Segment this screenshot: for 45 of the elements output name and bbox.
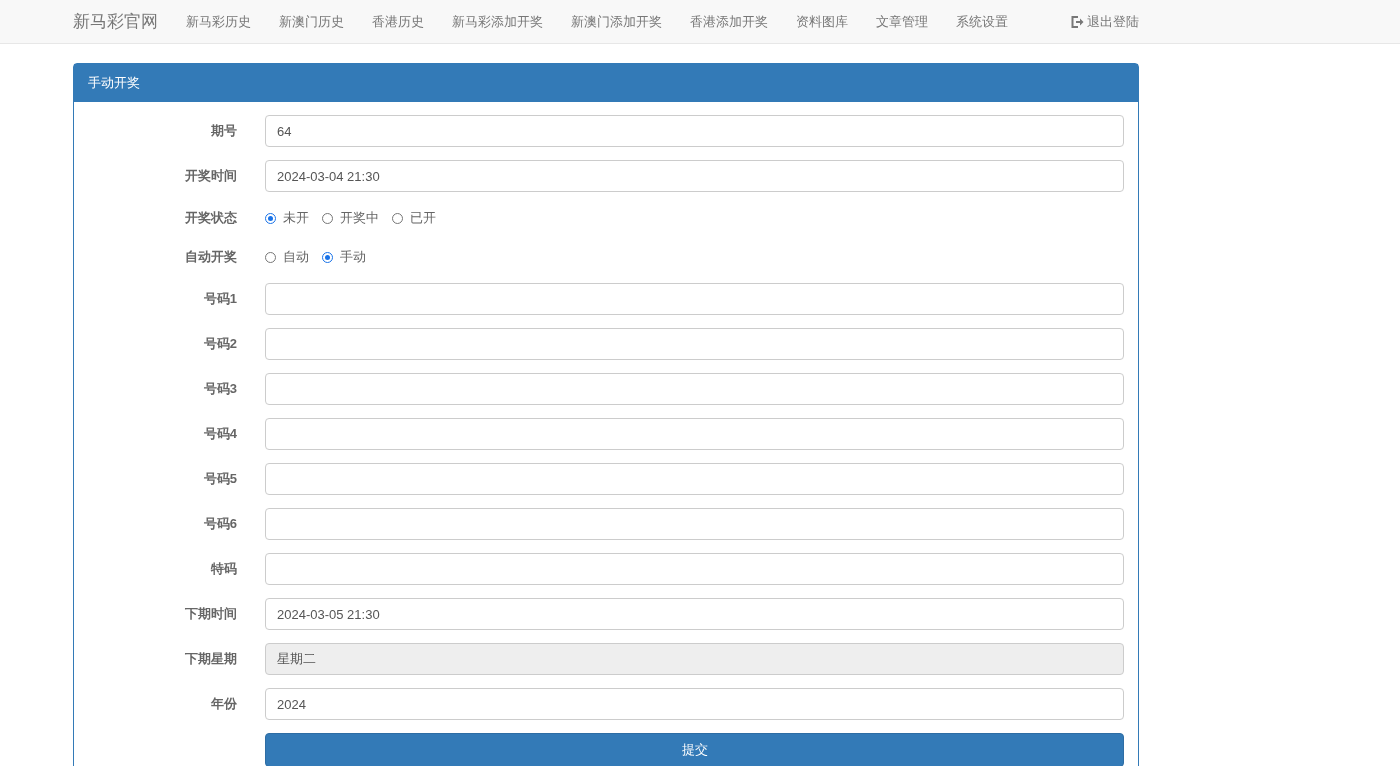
logout-icon bbox=[1071, 15, 1084, 28]
input-field[interactable] bbox=[265, 373, 1124, 405]
brand-link[interactable]: 新马彩官网 bbox=[73, 10, 158, 33]
radio-label[interactable]: 开奖中 bbox=[340, 209, 379, 227]
input-field[interactable]: 64 bbox=[265, 115, 1124, 147]
logout-link[interactable]: 退出登陆 bbox=[1071, 12, 1139, 31]
field-label: 期号 bbox=[210, 122, 237, 140]
radio-label[interactable]: 已开 bbox=[410, 209, 436, 227]
nav-link[interactable]: 系统设置 bbox=[956, 12, 1008, 31]
field-label: 号码4 bbox=[202, 425, 237, 443]
input-field[interactable] bbox=[265, 283, 1124, 315]
radio-label[interactable]: 手动 bbox=[340, 248, 366, 266]
submit-button[interactable]: 提交 bbox=[265, 733, 1124, 766]
field-label: 年份 bbox=[210, 695, 237, 713]
input-field[interactable] bbox=[265, 553, 1124, 585]
field-label: 下期星期 bbox=[184, 650, 237, 668]
field-label: 开奖状态 bbox=[184, 209, 237, 227]
field-label: 号码1 bbox=[202, 290, 237, 308]
nav-link[interactable]: 文章管理 bbox=[876, 12, 928, 31]
field-label: 号码2 bbox=[202, 335, 237, 353]
field-label: 自动开奖 bbox=[184, 248, 237, 266]
field-label: 开奖时间 bbox=[184, 167, 237, 185]
input-field[interactable]: 2024-03-04 21:30 bbox=[265, 160, 1124, 192]
input-field[interactable]: 2024 bbox=[265, 688, 1124, 720]
field-label: 号码5 bbox=[202, 470, 237, 488]
nav-link[interactable]: 新澳门历史 bbox=[279, 12, 344, 31]
field-label: 特码 bbox=[210, 560, 237, 578]
input-field[interactable] bbox=[265, 418, 1124, 450]
input-field[interactable]: 2024-03-05 21:30 bbox=[265, 598, 1124, 630]
input-field[interactable] bbox=[265, 508, 1124, 540]
field-label: 下期时间 bbox=[184, 605, 237, 623]
nav-link[interactable]: 新马彩添加开奖 bbox=[452, 12, 543, 31]
field-label: 号码6 bbox=[202, 515, 237, 533]
nav-link[interactable]: 新马彩历史 bbox=[186, 12, 251, 31]
radio-label[interactable]: 未开 bbox=[283, 209, 309, 227]
field-label: 号码3 bbox=[202, 380, 237, 398]
nav-link[interactable]: 资料图库 bbox=[796, 12, 848, 31]
input-field[interactable] bbox=[265, 463, 1124, 495]
nav-link[interactable]: 香港添加开奖 bbox=[690, 12, 768, 31]
radio-label[interactable]: 自动 bbox=[283, 248, 309, 266]
input-field[interactable]: 星期二 bbox=[265, 643, 1124, 675]
input-field[interactable] bbox=[265, 328, 1124, 360]
panel-title: 手动开奖 bbox=[74, 64, 1138, 102]
nav-link[interactable]: 新澳门添加开奖 bbox=[571, 12, 662, 31]
nav-link[interactable]: 香港历史 bbox=[372, 12, 424, 31]
